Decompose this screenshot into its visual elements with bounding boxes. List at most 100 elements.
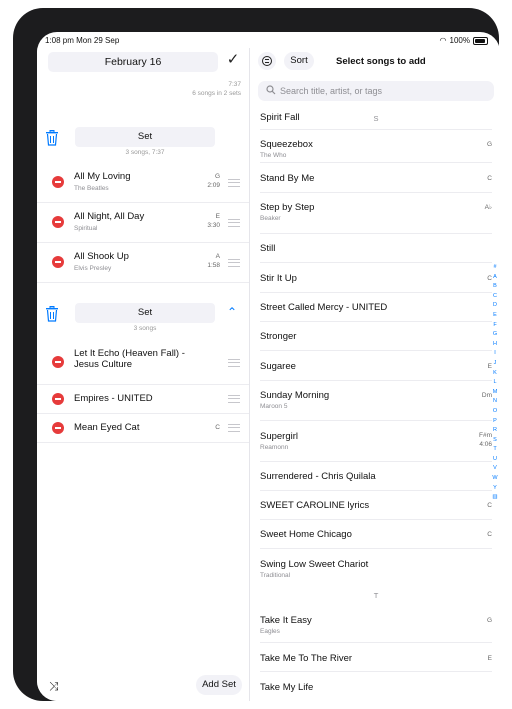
song-row[interactable]: Sugaree E xyxy=(260,351,492,381)
song-row[interactable]: Step by Step Beaker A♭ xyxy=(260,193,492,234)
song-artist: Eagles xyxy=(260,628,280,635)
song-row[interactable]: Take Me To The River E xyxy=(260,643,492,672)
set-subtitle-1: 3 songs, 7:37 xyxy=(125,149,165,156)
checkmark-icon[interactable]: ✓ xyxy=(223,50,243,70)
index-letter[interactable]: R xyxy=(490,426,500,436)
song-row[interactable]: Take My Life xyxy=(260,672,492,700)
song-title: Empires - UNITED xyxy=(74,393,153,404)
setlist-pane: February 16 ✓ 7:37 6 songs in 2 sets Set… xyxy=(37,48,250,701)
song-row[interactable]: Supergirl Reamonn F#m 4:06 xyxy=(260,421,492,462)
song-duration: 2:09 xyxy=(207,182,220,189)
song-artist: Beaker xyxy=(260,215,281,222)
trash-icon[interactable] xyxy=(45,306,59,322)
reorder-handle-icon[interactable] xyxy=(228,395,240,403)
trash-icon[interactable] xyxy=(45,130,59,146)
index-letter[interactable]: I xyxy=(490,349,500,359)
reorder-handle-icon[interactable] xyxy=(228,259,240,267)
reorder-handle-icon[interactable] xyxy=(228,219,240,227)
status-right: ◠ 100% xyxy=(440,36,488,45)
shuffle-icon[interactable]: ⤨ xyxy=(49,679,59,694)
song-row[interactable]: SWEET CAROLINE lyrics C xyxy=(260,491,492,520)
song-title: Still xyxy=(260,243,276,254)
index-letter[interactable]: L xyxy=(490,378,500,388)
set-button-2[interactable]: Set xyxy=(75,303,215,323)
wifi-icon: ◠ xyxy=(439,36,447,45)
song-row[interactable]: Take It Easy Eagles G xyxy=(260,602,492,643)
alphabet-index[interactable]: # A B C D E F G H I J K L M N O P R S T xyxy=(490,263,500,503)
filter-menu-button[interactable] xyxy=(258,52,276,70)
reorder-handle-icon[interactable] xyxy=(228,424,240,432)
setlist-row[interactable]: All Night, All Day Spiritual E 3:30 xyxy=(37,203,249,243)
song-row[interactable]: Sunday Morning Maroon 5 Dm xyxy=(260,381,492,421)
setlist-row[interactable]: All Shook Up Elvis Presley A 1:58 xyxy=(37,243,249,283)
remove-icon[interactable] xyxy=(52,393,64,405)
setlist-row[interactable]: Let It Echo (Heaven Fall) - Jesus Cultur… xyxy=(37,340,249,385)
index-letter[interactable]: V xyxy=(490,464,500,474)
song-row[interactable]: Swing Low Sweet Chariot Traditional xyxy=(260,549,492,587)
song-row[interactable]: Stand By Me C xyxy=(260,163,492,193)
section-header-s: S xyxy=(373,114,379,123)
song-title: Surrendered - Chris Quilala xyxy=(260,471,376,482)
index-letter[interactable]: O xyxy=(490,407,500,417)
song-row[interactable]: Squeezebox The Who G xyxy=(260,130,492,163)
song-title: All Night, All Day xyxy=(74,211,145,222)
reorder-handle-icon[interactable] xyxy=(228,359,240,367)
song-title: Let It Echo (Heaven Fall) - Jesus Cultur… xyxy=(74,348,185,370)
index-letter[interactable]: W xyxy=(490,474,500,484)
song-row[interactable]: Surrendered - Chris Quilala xyxy=(260,462,492,491)
index-letter[interactable]: J xyxy=(490,359,500,369)
song-duration: 3:30 xyxy=(207,222,220,229)
remove-icon[interactable] xyxy=(52,356,64,368)
ipad-frame: 1:08 pm Mon 29 Sep ◠ 100% February 16 ✓ … xyxy=(13,8,500,701)
index-letter[interactable]: B xyxy=(490,282,500,292)
index-letter[interactable]: H xyxy=(490,340,500,350)
reorder-handle-icon[interactable] xyxy=(228,179,240,187)
song-row[interactable]: Stir It Up C xyxy=(260,263,492,293)
setlist-row[interactable]: Empires - UNITED xyxy=(37,385,249,414)
song-row[interactable]: Sweet Home Chicago C xyxy=(260,520,492,549)
setlist-row[interactable]: All My Loving The Beatles G 2:09 xyxy=(37,163,249,203)
date-button[interactable]: February 16 xyxy=(48,52,218,72)
index-letter[interactable]: T xyxy=(490,445,500,455)
remove-icon[interactable] xyxy=(52,216,64,228)
index-letter[interactable]: # xyxy=(490,263,500,273)
setlist-row[interactable]: Mean Eyed Cat C xyxy=(37,414,249,443)
song-key: C xyxy=(215,424,220,431)
song-row[interactable]: Still xyxy=(260,234,492,263)
index-letter[interactable]: Y xyxy=(490,484,500,494)
song-key-duration: A 1:58 xyxy=(207,252,220,270)
remove-icon[interactable] xyxy=(52,256,64,268)
song-artist: Spiritual xyxy=(74,225,98,232)
index-letter[interactable]: U xyxy=(490,455,500,465)
song-title: Street Called Mercy - UNITED xyxy=(260,302,388,313)
add-set-button[interactable]: Add Set xyxy=(196,675,242,695)
index-letter[interactable]: D xyxy=(490,301,500,311)
sort-button[interactable]: Sort xyxy=(284,52,314,70)
index-letter[interactable]: P xyxy=(490,417,500,427)
screen: 1:08 pm Mon 29 Sep ◠ 100% February 16 ✓ … xyxy=(37,32,500,701)
index-letter[interactable]: G xyxy=(490,330,500,340)
index-letter[interactable]: E xyxy=(490,311,500,321)
index-letter[interactable]: S xyxy=(490,436,500,446)
song-artist: The Beatles xyxy=(74,185,109,192)
song-title: Step by Step xyxy=(260,202,315,213)
index-letter[interactable]: K xyxy=(490,369,500,379)
index-letter[interactable]: F xyxy=(490,321,500,331)
index-letter[interactable]: ▥ xyxy=(490,493,500,503)
song-key: E xyxy=(487,655,492,662)
search-field[interactable]: Search title, artist, or tags xyxy=(258,81,494,101)
set-button-1[interactable]: Set xyxy=(75,127,215,147)
song-title: Squeezebox xyxy=(260,139,313,150)
song-title: All My Loving xyxy=(74,171,131,182)
remove-icon[interactable] xyxy=(52,422,64,434)
song-title: Stand By Me xyxy=(260,173,315,184)
index-letter[interactable]: N xyxy=(490,397,500,407)
remove-icon[interactable] xyxy=(52,176,64,188)
song-key: A♭ xyxy=(484,204,492,211)
index-letter[interactable]: C xyxy=(490,292,500,302)
song-row[interactable]: Street Called Mercy - UNITED xyxy=(260,293,492,322)
song-row[interactable]: Stronger xyxy=(260,322,492,351)
index-letter[interactable]: M xyxy=(490,388,500,398)
chevron-up-icon[interactable]: ⌃ xyxy=(227,305,237,319)
index-letter[interactable]: A xyxy=(490,273,500,283)
